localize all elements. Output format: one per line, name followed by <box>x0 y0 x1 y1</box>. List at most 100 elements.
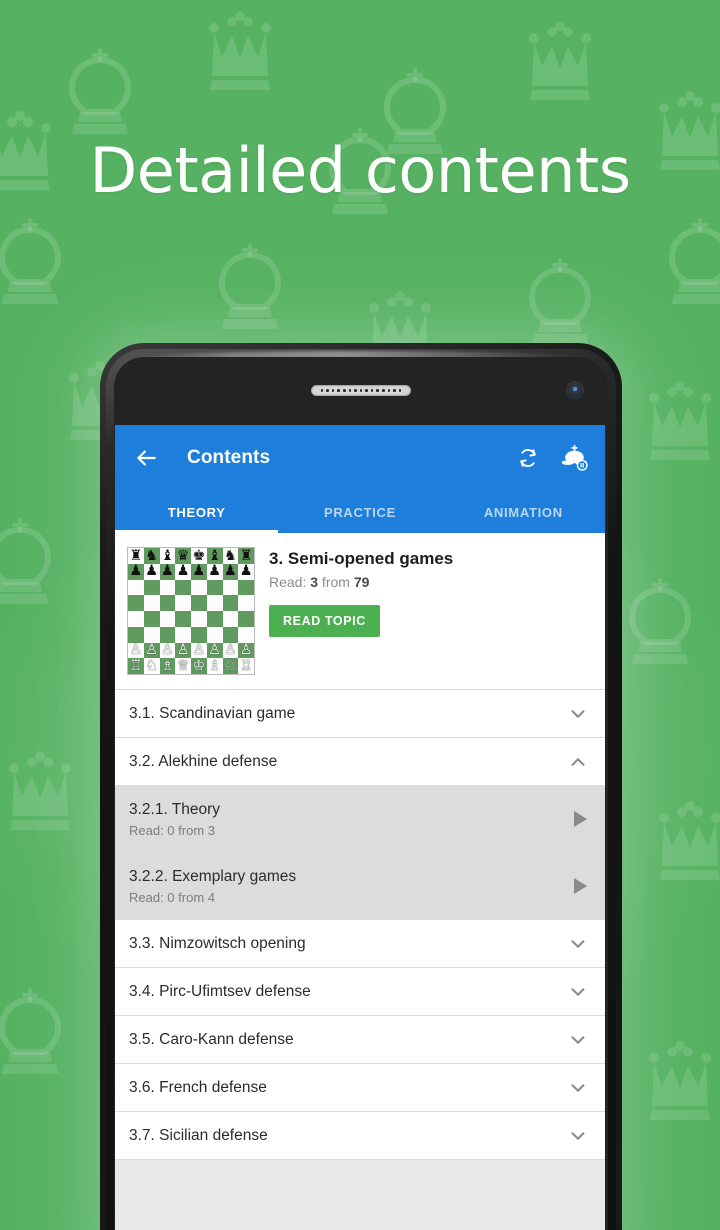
list-item[interactable]: 3.4. Pirc-Ufimtsev defense <box>115 968 605 1016</box>
app-bar: Contents <box>115 425 605 491</box>
chess-piece: ♝ <box>208 547 222 564</box>
board-square <box>143 579 160 596</box>
chess-piece: ♗ <box>208 657 222 674</box>
list-item[interactable]: 3.5. Caro-Kann defense <box>115 1016 605 1064</box>
board-square: ♙ <box>128 642 144 659</box>
chess-piece: ♟ <box>192 563 206 580</box>
board-square <box>143 626 160 643</box>
chess-piece: ♟ <box>176 563 190 580</box>
chevron-up-icon[interactable] <box>567 751 589 773</box>
chess-piece: ♔ <box>192 657 206 674</box>
board-square <box>159 626 176 643</box>
board-square: ♟ <box>238 563 254 580</box>
phone-mockup: Contents THEORY PRACTICE ANIMATION ♜ ♞ ♝… <box>100 343 622 1230</box>
board-square: ♖ <box>238 658 254 674</box>
list-item-text: 3.5. Caro-Kann defense <box>129 1030 567 1049</box>
board-square: ♗ <box>159 658 176 674</box>
list-item-label: 3.2. Alekhine defense <box>129 752 278 770</box>
topic-read-middle: from <box>318 574 354 591</box>
board-square: ♞ <box>143 548 160 564</box>
board-square: ♙ <box>238 642 254 659</box>
board-square: ♞ <box>222 548 239 564</box>
chevron-down-icon[interactable] <box>567 933 589 955</box>
board-square: ♟ <box>206 563 223 580</box>
back-arrow-icon[interactable] <box>133 445 159 471</box>
play-triangle-icon[interactable] <box>574 811 587 827</box>
board-square <box>238 595 254 611</box>
play-triangle-icon[interactable] <box>574 878 587 894</box>
chevron-down-icon[interactable] <box>567 703 589 725</box>
tab-practice[interactable]: PRACTICE <box>278 491 441 533</box>
board-square <box>222 626 239 643</box>
list-empty-area <box>115 1160 605 1230</box>
tab-theory[interactable]: THEORY <box>115 491 278 533</box>
board-square <box>128 611 144 627</box>
page-title: Contents <box>187 447 271 468</box>
topic-read-prefix: Read: <box>269 574 311 591</box>
board-square <box>206 611 223 627</box>
list-sub-item[interactable]: 3.2.1. Theory Read: 0 from 3 <box>115 786 605 853</box>
board-square <box>159 579 176 596</box>
list-item-label: 3.6. French defense <box>129 1078 267 1096</box>
board-square: ♘ <box>143 658 160 674</box>
list-item[interactable]: 3.7. Sicilian defense <box>115 1112 605 1160</box>
speaker-grille <box>311 385 411 396</box>
chess-piece: ♙ <box>176 642 190 659</box>
board-square: ♙ <box>175 642 191 659</box>
chess-piece: ♙ <box>129 642 143 659</box>
board-square: ♙ <box>206 642 223 659</box>
board-square <box>128 579 144 596</box>
board-square: ♙ <box>222 642 239 659</box>
chess-piece: ♟ <box>160 563 174 580</box>
board-square: ♙ <box>191 642 207 659</box>
tab-animation[interactable]: ANIMATION <box>442 491 605 533</box>
board-square: ♚ <box>191 548 207 564</box>
chevron-down-icon[interactable] <box>567 1077 589 1099</box>
board-square <box>175 626 191 643</box>
board-square <box>222 595 239 611</box>
chess-piece: ♙ <box>239 642 253 659</box>
board-square: ♟ <box>222 563 239 580</box>
board-square <box>191 611 207 627</box>
board-square: ♟ <box>128 563 144 580</box>
front-camera-icon <box>566 381 584 399</box>
chevron-down-icon[interactable] <box>567 981 589 1003</box>
board-square <box>175 595 191 611</box>
list-item[interactable]: 3.1. Scandinavian game <box>115 690 605 738</box>
list-item-text: 3.1. Scandinavian game <box>129 704 567 723</box>
list-item-label: 3.4. Pirc-Ufimtsev defense <box>129 982 311 1000</box>
list-item[interactable]: 3.6. French defense <box>115 1064 605 1112</box>
board-square: ♟ <box>191 563 207 580</box>
sync-refresh-icon[interactable] <box>511 441 545 475</box>
list-item-label: 3.7. Sicilian defense <box>129 1126 268 1144</box>
chess-piece: ♙ <box>160 642 174 659</box>
list-item-text: 3.7. Sicilian defense <box>129 1126 567 1145</box>
list-item[interactable]: 3.3. Nimzowitsch opening <box>115 920 605 968</box>
chess-board-start-position: ♜ ♞ ♝ ♛ ♚ ♝ ♞ ♜ ♟ ♟ ♟ ♟ ♟ ♟ ♟ ♟ ♙ ♙ ♙ ♙ ♙ ♙ ♙ ♙ ♖ ♘ ♗ ♕ ♔ ♗ ♘ ♖ <box>127 547 255 675</box>
chevron-down-icon[interactable] <box>567 1029 589 1051</box>
read-topic-button[interactable]: READ TOPIC <box>269 605 380 638</box>
board-square <box>175 579 191 596</box>
chess-piece: ♙ <box>192 642 206 659</box>
board-square <box>222 579 239 596</box>
list-sub-item[interactable]: 3.2.2. Exemplary games Read: 0 from 4 <box>115 853 605 920</box>
chess-king-crown-icon[interactable] <box>557 441 591 475</box>
board-square <box>128 595 144 611</box>
chevron-down-icon[interactable] <box>567 1125 589 1147</box>
board-square: ♔ <box>191 658 207 674</box>
chess-piece: ♙ <box>145 642 159 659</box>
list-item-label: 3.3. Nimzowitsch opening <box>129 934 306 952</box>
board-square: ♖ <box>128 658 144 674</box>
list-item-label: 3.1. Scandinavian game <box>129 704 296 722</box>
list-item[interactable]: 3.2. Alekhine defense <box>115 738 605 786</box>
contents-list: 3.1. Scandinavian game 3.2. Alekhine defe… <box>115 690 605 1160</box>
board-square <box>238 579 254 596</box>
board-square: ♙ <box>159 642 176 659</box>
tab-active-indicator <box>115 530 279 533</box>
board-square <box>128 626 144 643</box>
chess-piece: ♖ <box>239 657 253 674</box>
chess-piece: ♘ <box>223 657 237 674</box>
board-square: ♛ <box>175 548 191 564</box>
topic-header-card: ♜ ♞ ♝ ♛ ♚ ♝ ♞ ♜ ♟ ♟ ♟ ♟ ♟ ♟ ♟ ♟ ♙ ♙ ♙ ♙ ♙ ♙ ♙ ♙ ♖ ♘ ♗ ♕ ♔ ♗ ♘ ♖ 3. Semi… <box>115 533 605 690</box>
board-square: ♟ <box>175 563 191 580</box>
